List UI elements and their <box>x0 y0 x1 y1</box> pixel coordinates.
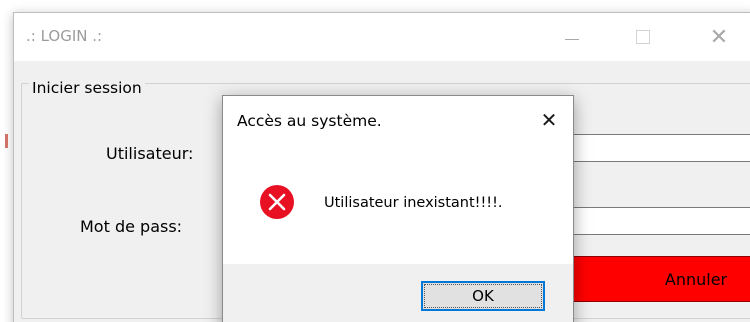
groupbox-title: Inicier session <box>29 79 145 97</box>
error-icon <box>260 185 294 219</box>
edge-marker <box>5 134 8 148</box>
username-label: Utilisateur: <box>106 144 194 163</box>
password-input[interactable] <box>569 207 750 235</box>
cancel-button-label: Annuler <box>664 269 728 289</box>
ok-button[interactable]: OK <box>421 281 545 311</box>
window-title: .: LOGIN .: <box>26 27 103 45</box>
screen: .: LOGIN .: ✕ Inicier session Utilisateu… <box>0 0 750 322</box>
message-box-title: Accès au système. <box>237 112 382 130</box>
close-button[interactable]: ✕ <box>696 21 742 53</box>
message-box: Accès au système. ✕ Utilisateur inexista… <box>222 95 574 322</box>
message-box-close-button[interactable]: ✕ <box>529 100 569 140</box>
close-icon: ✕ <box>709 24 729 50</box>
login-titlebar[interactable]: .: LOGIN .: ✕ <box>14 13 750 61</box>
maximize-icon <box>636 30 650 44</box>
close-icon: ✕ <box>540 108 558 132</box>
cancel-button[interactable]: Annuler <box>569 256 750 302</box>
username-input[interactable] <box>569 134 750 162</box>
password-label: Mot de pass: <box>80 217 183 236</box>
error-message: Utilisateur inexistant!!!!. <box>324 195 503 211</box>
ok-button-label: OK <box>472 287 494 305</box>
minimize-icon <box>565 38 579 40</box>
minimize-button[interactable] <box>549 21 595 53</box>
maximize-button[interactable] <box>620 21 666 53</box>
